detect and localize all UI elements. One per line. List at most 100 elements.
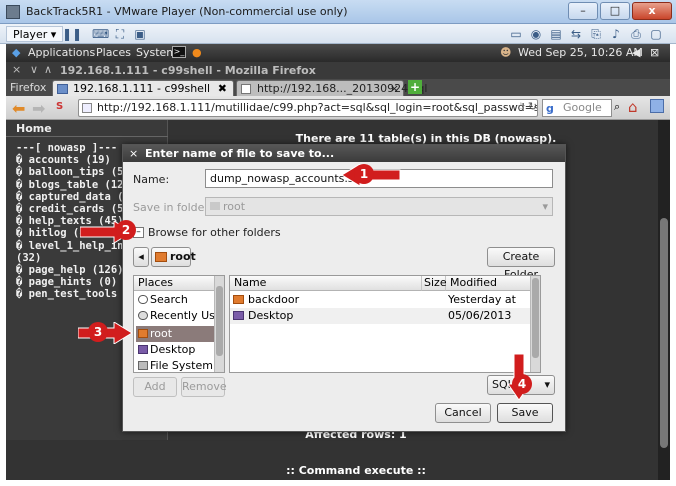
- volume-icon[interactable]: ◀: [632, 46, 640, 59]
- sound-icon[interactable]: ♪: [608, 26, 624, 42]
- tab-sql-file[interactable]: http://192.168..._20130924.sql ×: [236, 80, 427, 96]
- places-scrollbar[interactable]: [214, 276, 224, 372]
- back-arrow-icon[interactable]: ⬅: [12, 99, 25, 118]
- file-row[interactable]: backdoor Yesterday at 14:23: [230, 292, 540, 321]
- clock[interactable]: Wed Sep 25, 10:26 AM: [518, 46, 643, 59]
- browse-folders-expander[interactable]: – Browse for other folders: [133, 225, 293, 241]
- network-icon[interactable]: ⇆: [568, 26, 584, 42]
- column-header-name[interactable]: Name: [230, 276, 422, 291]
- places-header[interactable]: Places: [134, 276, 216, 291]
- place-label: Recently Us...: [150, 309, 218, 322]
- network-status-icon[interactable]: ⊠: [650, 46, 659, 59]
- path-root-button[interactable]: root: [151, 247, 196, 267]
- annotation-badge-3: 3: [88, 322, 108, 342]
- tab-favicon-icon: [241, 84, 251, 94]
- addon-icon[interactable]: S: [56, 101, 63, 112]
- usb-icon[interactable]: ⎘: [588, 26, 604, 42]
- create-folder-button[interactable]: Create Folder: [487, 247, 555, 281]
- url-text: http://192.168.1.111/mutillidae/c99.php?…: [97, 101, 538, 114]
- forward-arrow-icon[interactable]: ➡: [32, 99, 45, 118]
- pause-icon[interactable]: ❚❚: [62, 26, 82, 42]
- search-go-icon[interactable]: ⌕: [614, 100, 620, 114]
- devices-icon[interactable]: ▭: [508, 26, 524, 42]
- file-list: Name Size Modified backdoor Yesterday at…: [229, 275, 541, 373]
- system-menu[interactable]: System: [136, 46, 177, 59]
- cancel-button[interactable]: Cancel: [435, 403, 491, 423]
- monitor-icon[interactable]: ▢: [648, 26, 664, 42]
- places-sidebar: Places Search Recently Us... root Deskto…: [133, 275, 225, 373]
- column-header-modified[interactable]: Modified: [446, 276, 540, 291]
- search-input[interactable]: g Google: [542, 99, 612, 117]
- gnome-top-panel: ◆ Applications Places System >_ ● ☻ Wed …: [6, 44, 670, 62]
- player-menu-label: Player: [13, 28, 48, 41]
- desktop-icon: [138, 345, 148, 354]
- save-in-label: Save in folder:: [133, 201, 213, 214]
- annotation-badge-2: 2: [116, 220, 136, 240]
- minimize-button[interactable]: –: [568, 2, 598, 20]
- hdd-icon[interactable]: ▤: [548, 26, 564, 42]
- chevron-down-icon: ▾: [542, 200, 548, 213]
- add-bookmark-button[interactable]: Add: [133, 377, 177, 397]
- new-tab-icon[interactable]: +: [408, 80, 422, 94]
- addon-menu-icon[interactable]: [650, 99, 664, 113]
- ff-window-maximize-icon[interactable]: ∧: [44, 63, 52, 76]
- save-button[interactable]: Save: [497, 403, 553, 423]
- place-label: File System: [150, 359, 213, 372]
- home-icon[interactable]: ⌂: [628, 98, 638, 116]
- applications-menu[interactable]: Applications: [28, 46, 95, 59]
- file-modified: 05/06/2013: [448, 309, 512, 322]
- desktop-folder-icon: [233, 311, 244, 320]
- file-list-scrollbar[interactable]: [530, 276, 540, 372]
- close-button[interactable]: x: [632, 2, 672, 20]
- tab-close-icon[interactable]: ✖: [218, 81, 227, 96]
- folder-icon: [233, 295, 244, 304]
- vm-toolbar: Player ▾ ❚❚ ⌨ ⛶ ▣ ▭ ◉ ▤ ⇆ ⎘ ♪ ⎙ ▢: [0, 24, 676, 44]
- place-root[interactable]: root: [136, 326, 218, 342]
- remove-bookmark-button[interactable]: Remove: [181, 377, 227, 397]
- cd-icon[interactable]: ◉: [528, 26, 544, 42]
- search-placeholder: Google: [563, 101, 602, 114]
- place-file-system[interactable]: File System: [136, 358, 218, 372]
- ff-window-minimize-icon[interactable]: ∨: [30, 63, 38, 76]
- path-back-button[interactable]: ◂: [133, 247, 149, 267]
- fullscreen-icon[interactable]: ⛶: [112, 26, 128, 42]
- drive-icon: [138, 361, 148, 370]
- save-in-value: root: [223, 200, 246, 213]
- file-list-scrollbar-thumb[interactable]: [532, 278, 539, 358]
- send-ctrl-alt-del-icon[interactable]: ⌨: [92, 26, 109, 42]
- column-header-size[interactable]: Size: [422, 276, 447, 291]
- name-label: Name:: [133, 173, 170, 186]
- places-scrollbar-thumb[interactable]: [216, 286, 223, 356]
- place-label: root: [150, 327, 173, 340]
- ff-window-close-icon[interactable]: ×: [12, 63, 21, 76]
- page-scrollbar[interactable]: [658, 120, 670, 480]
- player-menu[interactable]: Player ▾: [6, 26, 64, 42]
- unity-icon[interactable]: ▣: [132, 26, 148, 42]
- vm-window-title: BackTrack5R1 - VMware Player (Non-commer…: [26, 5, 348, 18]
- user-icon: ☻: [500, 46, 512, 59]
- url-bar[interactable]: http://192.168.1.111/mutillidae/c99.php?…: [78, 99, 538, 117]
- firefox-launcher-icon[interactable]: ●: [192, 46, 202, 59]
- printer-icon[interactable]: ⎙: [628, 26, 644, 42]
- path-root-label: root: [170, 250, 196, 263]
- tab-close-icon[interactable]: ×: [390, 81, 399, 96]
- dialog-close-icon[interactable]: ×: [129, 145, 138, 162]
- tab-c99shell[interactable]: 192.168.1.111 - c99shell ✖: [52, 80, 234, 96]
- place-label: Desktop: [150, 343, 196, 356]
- place-search[interactable]: Search: [136, 292, 218, 308]
- dialog-title: Enter name of file to save to...: [145, 147, 335, 160]
- place-recently-used[interactable]: Recently Us...: [136, 308, 218, 324]
- reload-icon[interactable]: ↻: [528, 100, 537, 113]
- maximize-button[interactable]: □: [600, 2, 630, 20]
- place-desktop[interactable]: Desktop: [136, 342, 218, 358]
- page-identity-icon: [82, 103, 92, 113]
- home-link[interactable]: Home: [16, 122, 52, 135]
- terminal-launcher-icon[interactable]: >_: [172, 46, 186, 58]
- page-scrollbar-thumb[interactable]: [660, 218, 668, 448]
- sidebar-divider: [6, 136, 168, 137]
- folder-icon: [210, 202, 220, 210]
- bookmark-star-icon[interactable]: ☆: [516, 100, 526, 113]
- file-row[interactable]: Desktop 05/06/2013: [230, 308, 540, 324]
- places-menu[interactable]: Places: [96, 46, 131, 59]
- firefox-menu-button[interactable]: Firefox: [10, 81, 46, 94]
